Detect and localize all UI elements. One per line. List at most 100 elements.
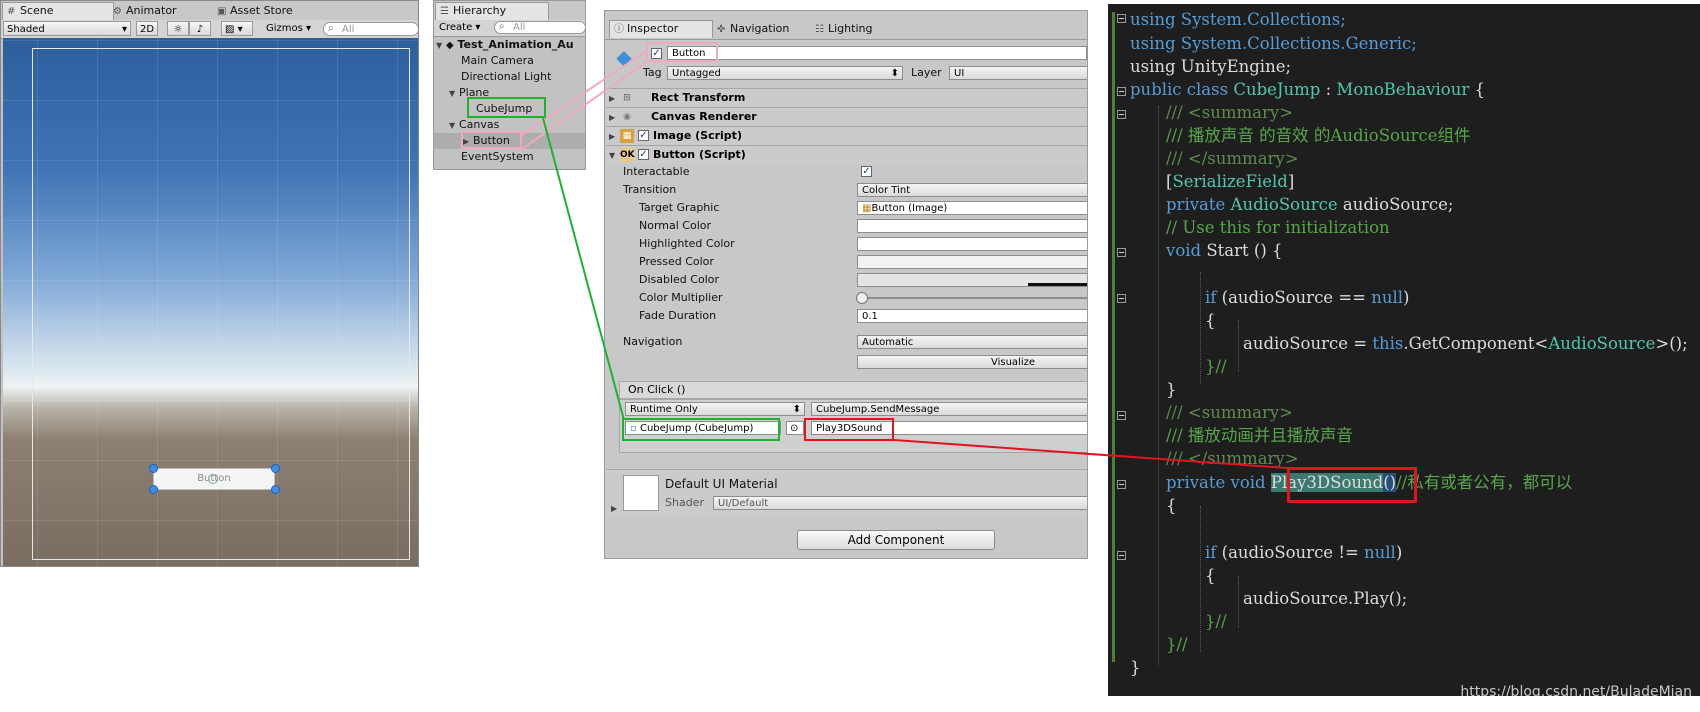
info-icon: ⓘ (614, 24, 624, 35)
tag-dropdown[interactable]: Untagged ⬍ (667, 66, 903, 80)
annotation-box-target-object (622, 418, 780, 441)
dropdown-arrow-icon: ⬍ (890, 68, 899, 79)
normal-color-label: Normal Color (639, 219, 712, 232)
component-enabled-checkbox[interactable]: ✓ (638, 149, 649, 160)
fold-toggle-icon[interactable] (1117, 87, 1126, 96)
runtime-dropdown[interactable]: Runtime Only ⬍ (625, 402, 805, 416)
navigation-dropdown[interactable]: Automatic (857, 335, 1087, 349)
fade-duration-field[interactable]: 0.1 (857, 309, 1087, 323)
indent-guide (1200, 272, 1202, 384)
target-graphic-field[interactable]: ▦Button (Image) (857, 201, 1087, 215)
code-line: private AudioSource audioSource; (1166, 195, 1454, 214)
object-picker-button[interactable]: ⊙ (786, 421, 804, 435)
lighting-toggle[interactable]: ☼ (167, 21, 189, 36)
collapse-arrow-icon: ▶ (609, 113, 616, 122)
disabled-color-swatch[interactable] (857, 273, 1087, 287)
component-image-script[interactable]: ▶ ▦ ✓ Image (Script) (606, 126, 1087, 145)
pressed-color-swatch[interactable] (857, 255, 1087, 269)
object-name-field[interactable]: Button (667, 46, 1087, 60)
visualize-button[interactable]: Visualize (857, 355, 1087, 369)
fold-toggle-icon[interactable] (1117, 411, 1126, 420)
resize-handle[interactable] (271, 464, 280, 473)
code-editor[interactable]: using System.Collections; using System.C… (1108, 4, 1700, 696)
normal-color-swatch[interactable] (857, 219, 1087, 233)
scene-root-row[interactable]: ▼ ◆ Test_Animation_Au (434, 37, 585, 53)
tab-inspector[interactable]: ⓘ Inspector (609, 20, 713, 38)
highlighted-color-label: Highlighted Color (639, 237, 735, 250)
scene-tab-bar: # Scene ⚙ Animator ▣ Asset Store (1, 1, 418, 21)
interactable-checkbox[interactable]: ✓ (861, 166, 872, 177)
tab-asset-store[interactable]: ▣ Asset Store (213, 3, 301, 19)
tab-hierarchy[interactable]: ☰ Hierarchy (435, 2, 549, 20)
tab-scene[interactable]: # Scene (2, 2, 114, 20)
code-line: using UnityEngine; (1130, 57, 1292, 76)
gizmos-dropdown[interactable]: Gizmos ▾ (263, 21, 315, 36)
code-line: // Use this for initialization (1166, 218, 1390, 237)
code-line: using System.Collections.Generic; (1130, 34, 1417, 53)
pivot-icon[interactable] (208, 474, 218, 484)
button-component-icon: OK (620, 148, 635, 162)
hierarchy-item-eventsystem[interactable]: EventSystem (434, 149, 585, 165)
dropdown-arrow-icon: ▾ (121, 24, 127, 35)
fold-toggle-icon[interactable] (1117, 14, 1126, 23)
fold-toggle-icon[interactable] (1117, 480, 1126, 489)
alpha-bar (1028, 283, 1087, 286)
annotation-box-hierarchy-cubejump (467, 97, 546, 118)
transition-dropdown[interactable]: Color Tint (857, 183, 1087, 197)
material-name: Default UI Material (665, 477, 778, 491)
navigation-label: Navigation (623, 335, 683, 348)
function-dropdown[interactable]: CubeJump.SendMessage (811, 402, 1087, 416)
scene-viewport[interactable]: Button (3, 38, 418, 566)
shading-mode-dropdown[interactable]: Shaded ▾ (3, 21, 131, 36)
fold-toggle-icon[interactable] (1117, 110, 1126, 119)
component-enabled-checkbox[interactable]: ✓ (638, 130, 649, 141)
tab-navigation[interactable]: ✜ Navigation (713, 21, 797, 37)
tab-lighting[interactable]: ☷ Lighting (811, 21, 880, 37)
color-multiplier-slider[interactable] (863, 297, 1087, 299)
shader-dropdown[interactable]: UI/Default (713, 496, 1087, 510)
scene-toolbar: Shaded ▾ 2D ☼ ♪ ▨ ▾ Gizmos ▾ ⌕ All (1, 20, 418, 39)
store-icon: ▣ (217, 6, 227, 17)
hierarchy-tab-bar: ☰ Hierarchy (434, 1, 585, 21)
speaker-icon: ♪ (196, 24, 204, 35)
component-rect-transform[interactable]: ▶ ⊞ Rect Transform (606, 88, 1087, 107)
audio-toggle[interactable]: ♪ (189, 21, 211, 36)
effects-dropdown[interactable]: ▨ ▾ (221, 21, 253, 36)
code-line: /// 播放动画并且播放声音 (1166, 426, 1353, 445)
tab-animator[interactable]: ⚙ Animator (109, 3, 185, 19)
dropdown-arrow-icon: ▾ (237, 24, 243, 35)
layer-dropdown[interactable]: UI (949, 66, 1087, 80)
resize-handle[interactable] (149, 464, 158, 473)
fold-toggle-icon[interactable] (1117, 551, 1126, 560)
mode-2d-toggle[interactable]: 2D (136, 21, 158, 36)
search-icon: ⌕ (328, 23, 334, 34)
interactable-label: Interactable (623, 165, 690, 178)
hierarchy-item-main-camera[interactable]: Main Camera (434, 53, 585, 69)
fold-toggle-icon[interactable] (1117, 294, 1126, 303)
scene-search-input[interactable]: ⌕ All (323, 22, 418, 36)
fold-toggle-icon[interactable] (1117, 248, 1126, 257)
eye-icon: ◉ (623, 112, 631, 122)
code-line: { (1205, 566, 1216, 585)
hierarchy-search-input[interactable]: ⌕ All (494, 21, 585, 34)
resize-handle[interactable] (271, 485, 280, 494)
slider-thumb[interactable] (856, 292, 868, 304)
collapse-arrow-icon: ▶ (609, 94, 616, 103)
target-graphic-label: Target Graphic (639, 201, 720, 214)
sun-icon: ☼ (173, 24, 183, 35)
annotation-box-argument (804, 418, 894, 441)
resize-handle[interactable] (149, 485, 158, 494)
fade-duration-label: Fade Duration (639, 309, 717, 322)
hierarchy-item-directional-light[interactable]: Directional Light (434, 69, 585, 85)
material-preview[interactable] (623, 475, 659, 511)
component-button-script[interactable]: ▼ OK ✓ Button (Script) (606, 145, 1087, 164)
code-line: audioSource = this.GetComponent<AudioSou… (1243, 334, 1688, 353)
highlighted-color-swatch[interactable] (857, 237, 1087, 251)
onclick-header: On Click () (619, 381, 1087, 399)
code-line: using System.Collections; (1130, 10, 1346, 29)
component-canvas-renderer[interactable]: ▶ ◉ Canvas Renderer (606, 107, 1087, 126)
create-dropdown[interactable]: Create ▾ (436, 21, 486, 34)
lighting-icon: ☷ (815, 24, 824, 35)
add-component-button[interactable]: Add Component (797, 530, 995, 550)
target-icon: ⊙ (790, 423, 799, 434)
